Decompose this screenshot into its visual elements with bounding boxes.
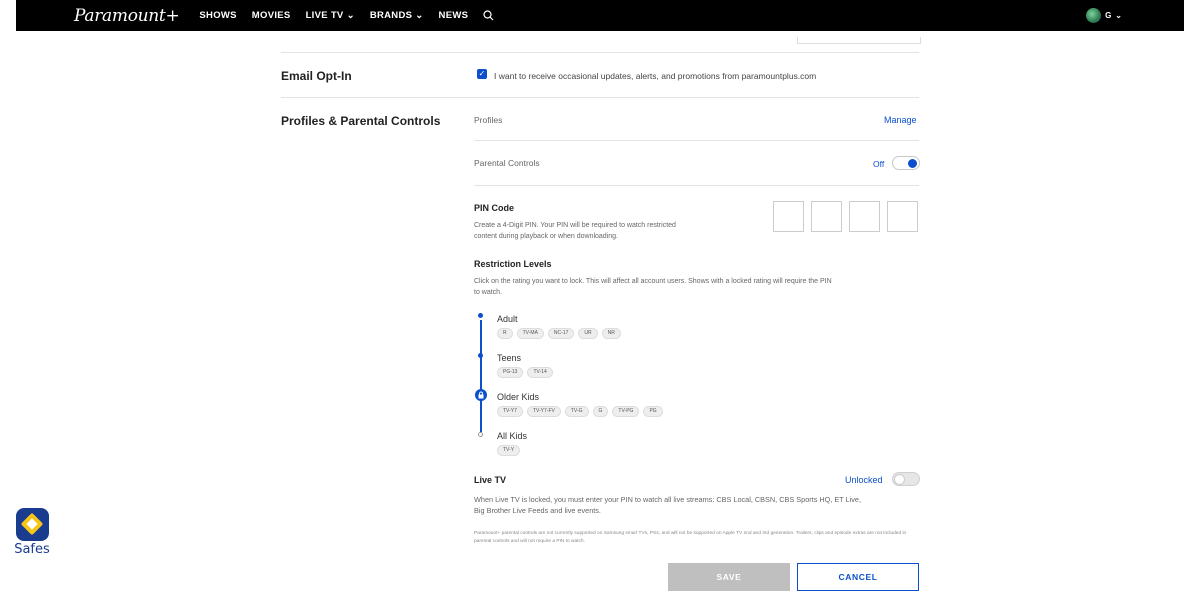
profiles-label: Profiles — [474, 115, 503, 125]
rating-chip: TV-PG — [612, 406, 640, 417]
email-optin-label[interactable]: I want to receive occasional updates, al… — [494, 71, 816, 81]
toggle-knob — [894, 474, 905, 485]
manage-profiles-link[interactable]: Manage — [884, 115, 917, 125]
pin-description-line2: content during playback or when download… — [474, 233, 618, 240]
account-settings-content: Email Opt-In ✓ I want to receive occasio… — [0, 31, 1200, 600]
pin-digit-3[interactable] — [849, 201, 880, 232]
chevron-down-icon: ⌄ — [415, 10, 424, 21]
restriction-description-line2: to watch. — [474, 289, 503, 296]
divider — [474, 185, 919, 186]
level-older-kids-name[interactable]: Older Kids — [497, 392, 539, 402]
level-teens-name[interactable]: Teens — [497, 353, 521, 363]
live-tv-description-line2: Big Brother Live Feeds and live events. — [474, 506, 601, 515]
level-older-kids-ratings: TV-Y7 TV-Y7-FV TV-G G TV-PG PG — [497, 406, 663, 417]
search-icon[interactable] — [483, 10, 494, 21]
rating-chip: TV-Y7-FV — [526, 406, 561, 417]
pin-description-line1: Create a 4-Digit PIN. Your PIN will be r… — [474, 222, 676, 229]
profile-menu[interactable]: G ⌄ — [1086, 8, 1122, 23]
pin-digit-4[interactable] — [887, 201, 918, 232]
live-tv-toggle[interactable] — [892, 472, 920, 486]
rating-chip: TV-G — [564, 406, 589, 417]
nav-movies[interactable]: MOVIES — [252, 10, 291, 21]
rating-chip: NC-17 — [547, 328, 575, 339]
avatar-initial: G — [1105, 11, 1112, 20]
nav-shows[interactable]: SHOWS — [199, 10, 236, 21]
rating-chip: PG-13 — [497, 367, 524, 378]
restriction-timeline — [480, 320, 482, 432]
rating-chip: TV-Y7 — [497, 406, 523, 417]
level-all-kids-marker[interactable] — [478, 432, 483, 437]
email-optin-checkbox[interactable]: ✓ — [477, 69, 487, 79]
save-button[interactable]: SAVE — [668, 563, 790, 591]
pin-code-heading: PIN Code — [474, 203, 515, 213]
level-all-kids-ratings: TV-Y — [497, 445, 521, 456]
parental-controls-label: Parental Controls — [474, 158, 540, 168]
lock-icon[interactable] — [475, 389, 487, 401]
toggle-knob — [908, 159, 917, 168]
level-teens-ratings: PG-13 TV-14 — [497, 367, 553, 378]
previous-field-box — [797, 37, 921, 44]
level-adult-marker[interactable] — [478, 313, 483, 318]
rating-chip: R — [497, 328, 513, 339]
parental-controls-state: Off — [873, 159, 885, 169]
rating-chip: PG — [643, 406, 663, 417]
chevron-down-icon: ⌄ — [1115, 11, 1122, 20]
level-adult-ratings: R TV-MA NC-17 UR NR — [497, 328, 621, 339]
rating-chip: NR — [601, 328, 621, 339]
safes-label: Safes — [14, 542, 50, 557]
parental-controls-disclaimer: Paramount+ parental controls are not cur… — [474, 531, 907, 544]
chevron-down-icon: ⌄ — [346, 10, 355, 21]
live-tv-state: Unlocked — [845, 475, 883, 485]
divider — [474, 140, 919, 141]
rating-chip: UR — [578, 328, 598, 339]
profiles-section-title: Profiles & Parental Controls — [281, 114, 441, 128]
rating-chip: TV-14 — [527, 367, 553, 378]
restriction-levels-heading: Restriction Levels — [474, 259, 552, 269]
divider — [281, 52, 919, 53]
email-optin-title: Email Opt-In — [281, 69, 352, 83]
parental-controls-toggle[interactable] — [892, 156, 920, 170]
live-tv-description-line1: When Live TV is locked, you must enter y… — [474, 495, 862, 504]
top-navigation-bar: Paramount+ SHOWS MOVIES LIVE TV ⌄ BRANDS ⌄… — [16, 0, 1184, 31]
rating-chip: G — [592, 406, 609, 417]
pin-digit-2[interactable] — [811, 201, 842, 232]
level-teens-marker[interactable] — [478, 353, 483, 358]
live-tv-heading: Live TV — [474, 475, 507, 485]
cancel-button[interactable]: CANCEL — [797, 563, 919, 591]
paramount-logo[interactable]: Paramount+ — [74, 6, 180, 26]
level-adult-name[interactable]: Adult — [497, 314, 518, 324]
nav-brands[interactable]: BRANDS ⌄ — [370, 10, 424, 21]
pin-digit-1[interactable] — [773, 201, 804, 232]
nav-live-tv[interactable]: LIVE TV ⌄ — [306, 10, 355, 21]
divider — [281, 97, 919, 98]
rating-chip: TV-MA — [516, 328, 544, 339]
avatar — [1086, 8, 1102, 23]
safes-watermark: Safes — [12, 508, 52, 557]
rating-chip: TV-Y — [497, 445, 521, 456]
level-all-kids-name[interactable]: All Kids — [497, 431, 527, 441]
safes-logo-icon — [15, 508, 49, 541]
nav-news[interactable]: NEWS — [439, 10, 469, 21]
restriction-description-line1: Click on the rating you want to lock. Th… — [474, 278, 832, 285]
